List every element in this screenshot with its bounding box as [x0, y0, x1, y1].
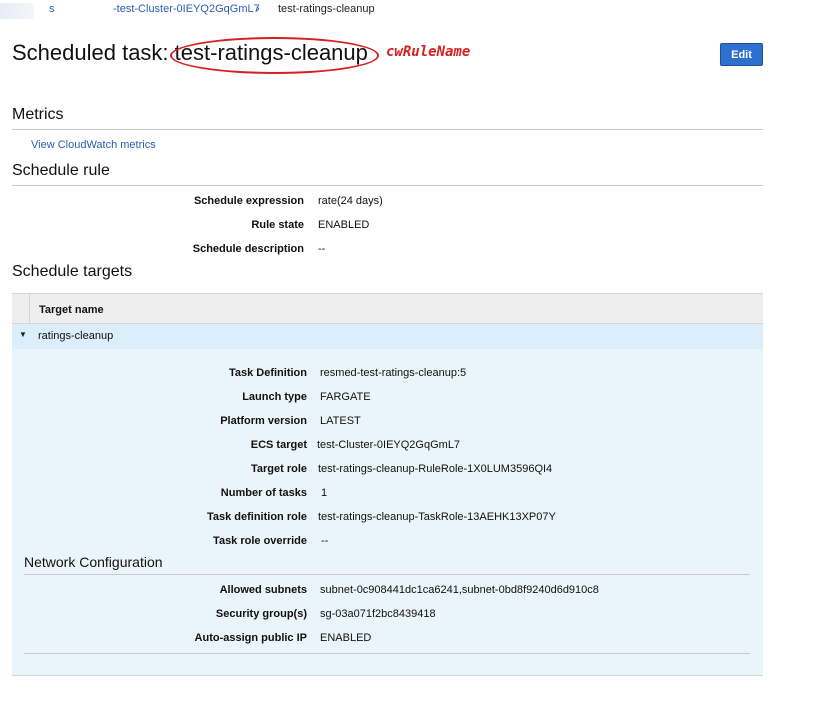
edit-button[interactable]: Edit [720, 43, 763, 66]
schedule-rule-heading: Schedule rule [12, 162, 110, 179]
ecs-target-value: test-Cluster-0IEYQ2GqGmL7 [317, 439, 461, 451]
target-detail-panel: ▼ ratings-cleanup Task Definition resmed… [12, 324, 763, 676]
number-of-tasks-label: Number of tasks [220, 487, 307, 499]
schedule-expression-value: rate(24 days) [318, 195, 383, 207]
network-configuration-heading: Network Configuration [24, 554, 163, 570]
security-groups-label: Security group(s) [215, 608, 307, 620]
platform-version-label: Platform version [220, 415, 307, 427]
column-separator [29, 294, 30, 323]
task-role-override-label: Task role override [213, 535, 307, 547]
breadcrumb-fade [0, 3, 34, 19]
schedule-description-label: Schedule description [192, 243, 304, 255]
auto-assign-public-ip-value: ENABLED [320, 632, 372, 644]
task-definition-role-label: Task definition role [206, 511, 307, 523]
task-definition-label: Task Definition [228, 367, 307, 379]
annotation-ellipse [170, 37, 379, 74]
breadcrumb-separator: › [256, 3, 260, 15]
target-role-label: Target role [250, 463, 307, 475]
network-bottom-divider [24, 653, 750, 654]
breadcrumb-cluster-link[interactable]: -test-Cluster-0IEYQ2GqGmL7 [113, 3, 260, 15]
task-role-override-value: -- [321, 535, 329, 547]
breadcrumb-clusters-link[interactable]: s [49, 3, 55, 15]
schedule-rule-divider [12, 185, 763, 186]
table-row[interactable]: ▼ ratings-cleanup [12, 324, 763, 349]
allowed-subnets-value: subnet-0c908441dc1ca6241,subnet-0bd8f924… [320, 584, 599, 596]
launch-type-value: FARGATE [320, 391, 371, 403]
metrics-heading: Metrics [12, 106, 64, 123]
rule-state-label: Rule state [251, 219, 304, 231]
breadcrumb-current: test-ratings-cleanup [278, 3, 375, 15]
targets-table-header: Target name [12, 293, 763, 324]
auto-assign-public-ip-label: Auto-assign public IP [194, 632, 307, 644]
ecs-target-label: ECS target [250, 439, 307, 451]
schedule-expression-label: Schedule expression [193, 195, 304, 207]
security-groups-value: sg-03a071f2bc8439418 [320, 608, 436, 620]
target-role-value: test-ratings-cleanup-RuleRole-1X0LUM3596… [318, 463, 553, 475]
schedule-description-value: -- [318, 243, 326, 255]
rule-state-value: ENABLED [318, 219, 370, 231]
launch-type-label: Launch type [242, 391, 307, 403]
number-of-tasks-value: 1 [321, 487, 328, 499]
target-name-cell: ratings-cleanup [38, 330, 114, 342]
caret-down-icon[interactable]: ▼ [19, 330, 27, 339]
target-name-column-header[interactable]: Target name [39, 304, 104, 316]
platform-version-value: LATEST [320, 415, 361, 427]
task-definition-role-value: test-ratings-cleanup-TaskRole-13AEHK13XP… [318, 511, 556, 523]
schedule-targets-heading: Schedule targets [12, 263, 133, 280]
annotation-label: cwRuleName [386, 44, 471, 60]
network-divider [24, 574, 750, 575]
page-title-prefix: Scheduled task: [12, 40, 175, 65]
allowed-subnets-label: Allowed subnets [219, 584, 307, 596]
task-definition-value: resmed-test-ratings-cleanup:5 [320, 367, 467, 379]
metrics-divider [12, 129, 763, 130]
view-cloudwatch-metrics-link[interactable]: View CloudWatch metrics [31, 139, 156, 151]
